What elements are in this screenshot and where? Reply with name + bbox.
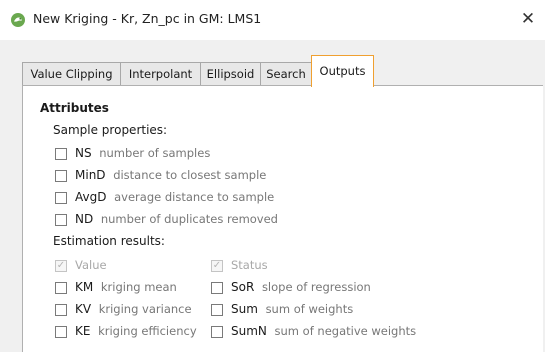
nd-code: ND [75,212,94,226]
ns-option: NS number of samples [75,146,210,160]
window-title: New Kriging - Kr, Zn_pc in GM: LMS1 [33,11,262,26]
kv-code: KV [75,302,92,316]
km-option: KM kriging mean [75,280,177,294]
mind-code: MinD [75,168,106,182]
km-checkbox[interactable] [55,282,67,294]
ns-checkbox[interactable] [55,148,67,160]
estimation-results-label: Estimation results: [53,234,165,248]
avgd-code: AvgD [75,190,107,204]
avgd-description: average distance to sample [114,190,275,204]
sum-checkbox[interactable] [211,304,223,316]
tab-outputs[interactable]: Outputs [311,55,374,87]
attributes-heading: Attributes [40,101,109,115]
tab-value-clipping[interactable]: Value Clipping [22,62,121,86]
outputs-panel: Attributes Sample properties: NS number … [22,85,543,352]
km-code: KM [75,280,94,294]
sor-code: SoR [231,280,255,294]
sumn-code: SumN [231,324,267,338]
tab-interpolant[interactable]: Interpolant [120,62,201,86]
ns-description: number of samples [99,146,211,160]
status-label: Status [231,258,268,272]
kv-checkbox[interactable] [55,304,67,316]
km-description: kriging mean [100,280,177,294]
nd-checkbox[interactable] [55,214,67,226]
leapfrog-logo-icon [11,13,25,27]
sum-option: Sum sum of weights [231,302,353,316]
kv-option: KV kriging variance [75,302,192,316]
title-bar: New Kriging - Kr, Zn_pc in GM: LMS1 ✕ [0,0,545,40]
sor-option: SoR slope of regression [231,280,371,294]
tab-search[interactable]: Search [260,62,312,86]
ke-checkbox[interactable] [55,326,67,338]
ke-option: KE kriging efficiency [75,324,197,338]
close-button[interactable]: ✕ [515,6,541,32]
ke-code: KE [75,324,91,338]
avgd-option: AvgD average distance to sample [75,190,274,204]
ke-description: kriging efficiency [98,324,197,338]
ns-code: NS [75,146,92,160]
sor-checkbox[interactable] [211,282,223,294]
kv-description: kriging variance [98,302,192,316]
sor-description: slope of regression [261,280,371,294]
sumn-checkbox[interactable] [211,326,223,338]
nd-description: number of duplicates removed [100,212,278,226]
value-label: Value [75,258,107,272]
sumn-description: sum of negative weights [274,324,417,338]
sum-description: sum of weights [265,302,354,316]
checkmark-icon: ✓ [56,260,66,271]
value-checkbox[interactable]: ✓ [55,260,67,272]
close-icon: ✕ [520,9,536,29]
sumn-option: SumN sum of negative weights [231,324,416,338]
tab-ellipsoid[interactable]: Ellipsoid [200,62,261,86]
mind-checkbox[interactable] [55,170,67,182]
checkmark-icon: ✓ [212,260,222,271]
avgd-checkbox[interactable] [55,192,67,204]
mind-option: MinD distance to closest sample [75,168,266,182]
sum-code: Sum [231,302,258,316]
nd-option: ND number of duplicates removed [75,212,278,226]
mind-description: distance to closest sample [113,168,267,182]
sample-properties-label: Sample properties: [53,123,168,137]
status-checkbox[interactable]: ✓ [211,260,223,272]
